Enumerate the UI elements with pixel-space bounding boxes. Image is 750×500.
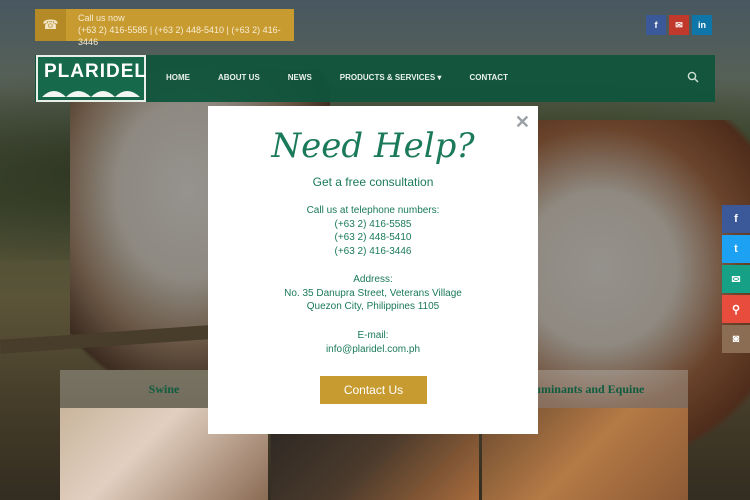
mail-icon[interactable]: ✉ [669,15,689,35]
address-line: No. 35 Danupra Street, Veterans Village [284,287,462,299]
modal-title: Need Help? [271,126,475,166]
nav-home[interactable]: HOME [166,73,190,82]
plaridel-logo[interactable]: PLARIDEL [36,55,146,102]
nav-products-services[interactable]: PRODUCTS & SERVICES ▾ [340,73,442,82]
mail-icon[interactable]: ✉ [722,265,750,293]
phone-heading: Call us at telephone numbers: [306,205,440,216]
phone-number: (+63 2) 416-3446 [334,245,412,257]
twitter-icon[interactable]: t [722,235,750,263]
facebook-icon[interactable]: f [722,205,750,233]
address-block: Address: No. 35 Danupra Street, Veterans… [208,273,538,314]
email-block: E-mail: info@plaridel.com.ph [208,329,538,356]
email-heading: E-mail: [357,330,389,341]
need-help-modal: ✕ Need Help? Get a free consultation Cal… [208,106,538,434]
contact-us-button[interactable]: Contact Us [320,376,427,404]
email-link[interactable]: info@plaridel.com.ph [208,343,538,357]
top-social-links: f ✉ in [643,15,712,35]
nav-news[interactable]: NEWS [288,73,312,82]
phone-icon: ☎ [35,9,67,41]
call-us-label: Call us now [78,13,125,23]
address-line: Quezon City, Philippines 1105 [306,301,440,312]
phone-number: (+63 2) 416-5585 [334,218,412,230]
main-navigation: PLARIDEL HOME ABOUT US NEWS PRODUCTS & S… [35,55,715,102]
location-icon[interactable]: ⚲ [722,295,750,323]
search-icon[interactable] [687,71,699,83]
facebook-icon[interactable]: f [646,15,666,35]
modal-subtitle: Get a free consultation [312,175,434,189]
side-social-bar: f t ✉ ⚲ ◙ [722,205,750,355]
call-us-box: ☎ Call us now (+63 2) 416-5585 | (+63 2)… [35,9,294,47]
phone-block: Call us at telephone numbers: (+63 2) 41… [208,204,538,258]
nav-about-us[interactable]: ABOUT US [218,73,260,82]
nav-contact[interactable]: CONTACT [469,73,508,82]
linkedin-icon[interactable]: in [692,15,712,35]
logo-arches-graphic [42,91,140,97]
instagram-icon[interactable]: ◙ [722,325,750,353]
address-heading: Address: [353,274,393,285]
phone-number: (+63 2) 448-5410 [334,232,412,243]
call-us-numbers: (+63 2) 416-5585 | (+63 2) 448-5410 | (+… [78,25,281,47]
